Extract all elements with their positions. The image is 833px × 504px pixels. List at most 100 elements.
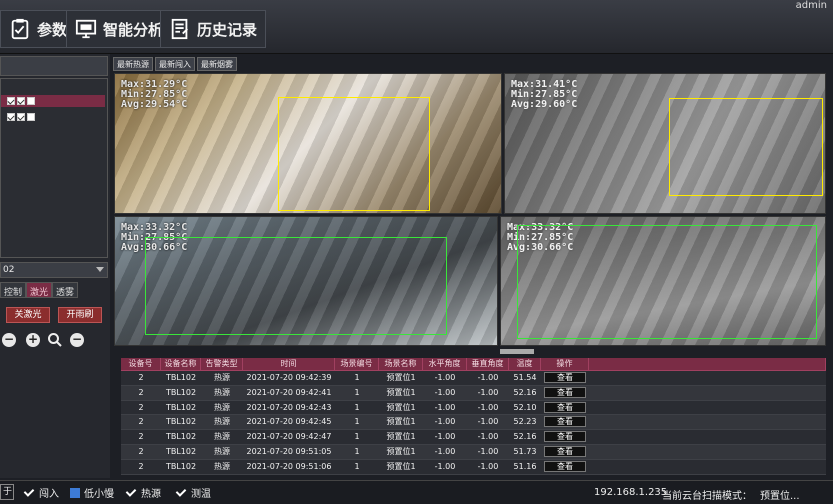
- cell: -1.00: [477, 461, 499, 471]
- cell: TBL102: [165, 461, 197, 471]
- checkbox-square-icon[interactable]: [70, 487, 80, 498]
- col-alarm-type[interactable]: 告警类型: [201, 358, 243, 370]
- cell: 预置位1: [386, 387, 416, 397]
- cell: 热源: [214, 417, 230, 427]
- cell: 热源: [214, 373, 230, 382]
- cell: 2: [138, 461, 144, 471]
- history-button[interactable]: 历史记录: [160, 10, 267, 48]
- view-button[interactable]: 查看: [544, 416, 586, 428]
- tab-control[interactable]: 控制: [0, 282, 27, 298]
- tab-latest-intrusion[interactable]: 最新闯入: [155, 57, 195, 71]
- col-vertical-angle[interactable]: 垂直角度: [467, 358, 509, 370]
- col-horizontal-angle[interactable]: 水平角度: [423, 358, 467, 370]
- table-row[interactable]: 2 TBL102 热源 2021-07-20 09:51:05 1 预置位1 -…: [121, 444, 826, 460]
- view-button[interactable]: 查看: [544, 401, 586, 413]
- tree-node-selected[interactable]: [1, 95, 105, 107]
- check-icon[interactable]: [126, 487, 137, 498]
- camera-view-4[interactable]: Max:33.32°C Min:27.85°C Avg:30.66°C: [500, 216, 826, 346]
- ip-address: 192.168.1.235: [594, 487, 668, 498]
- cell: TBL102: [165, 446, 197, 456]
- tree-checkbox[interactable]: [7, 113, 15, 121]
- filter-intrusion-label: 闯入: [39, 489, 59, 500]
- tab-latest-heat[interactable]: 最新热源: [113, 57, 153, 71]
- cell: -1.00: [477, 387, 499, 397]
- zoom-out-button[interactable]: −: [2, 333, 16, 347]
- view-button[interactable]: 查看: [544, 445, 586, 457]
- cell: -1.00: [477, 432, 499, 442]
- col-scene-name[interactable]: 场景名称: [379, 358, 423, 370]
- filter-intrusion[interactable]: 闯入: [24, 485, 59, 500]
- table-row[interactable]: 2 TBL102 热源 2021-07-20 09:42:39 1 预置位1 -…: [121, 371, 826, 386]
- cell: 2: [138, 402, 144, 412]
- tree-checkbox[interactable]: [17, 97, 25, 105]
- view-button[interactable]: 查看: [544, 372, 586, 383]
- tree-node[interactable]: [7, 113, 35, 123]
- cell: 预置位1: [386, 373, 416, 382]
- zoom-in-button[interactable]: +: [26, 333, 40, 347]
- device-select[interactable]: 02: [0, 262, 108, 278]
- tab-latest-smoke[interactable]: 最新烟雾: [197, 57, 237, 71]
- table-row[interactable]: 2 TBL102 热源 2021-07-20 09:42:41 1 预置位1 -…: [121, 385, 826, 401]
- filter-low-slow-small[interactable]: 低小慢: [70, 485, 114, 500]
- table-row[interactable]: 2 TBL102 热源 2021-07-20 09:42:45 1 预置位1 -…: [121, 415, 826, 431]
- tab-laser[interactable]: 激光: [26, 282, 53, 298]
- tree-header: [0, 56, 108, 76]
- search-icon[interactable]: [47, 332, 63, 348]
- tree-checkbox[interactable]: [27, 113, 35, 121]
- tree-checkbox[interactable]: [27, 97, 35, 105]
- filter-heat-label: 热源: [141, 489, 161, 500]
- cell: 查看: [541, 371, 589, 385]
- col-temperature[interactable]: 温度: [509, 358, 541, 370]
- table-row[interactable]: 2 TBL102 热源 2021-07-20 09:42:43 1 预置位1 -…: [121, 400, 826, 416]
- cell: 1: [354, 402, 360, 412]
- cell: 查看: [541, 401, 589, 415]
- cell: -1.00: [434, 446, 456, 456]
- tab-defog[interactable]: 透雾: [52, 282, 79, 298]
- cell: 查看: [541, 386, 589, 400]
- view-button[interactable]: 查看: [544, 431, 586, 443]
- cell: 预置位1: [386, 417, 416, 427]
- wiper-on-button[interactable]: 开雨刷: [58, 307, 102, 323]
- filter-temperature[interactable]: 测温: [176, 485, 211, 500]
- check-icon[interactable]: [24, 487, 35, 498]
- check-icon[interactable]: [176, 487, 187, 498]
- roi-box: [145, 237, 447, 335]
- params-button[interactable]: 参数: [0, 10, 77, 48]
- cell: 52.23: [513, 417, 537, 427]
- laser-off-button[interactable]: 关激光: [6, 307, 50, 323]
- view-button[interactable]: 查看: [544, 386, 586, 398]
- filter-heat[interactable]: 热源: [126, 485, 161, 500]
- cell: 查看: [541, 430, 589, 444]
- cell: 51.73: [513, 446, 537, 456]
- status-bar: 于 闯入 低小慢 热源 测温 192.168.1.235 当前云台扫描模式： 预…: [0, 480, 833, 504]
- table-row[interactable]: 2 TBL102 热源 2021-07-20 09:42:47 1 预置位1 -…: [121, 430, 826, 445]
- left-panel: 02 控制 激光 透雾 关激光 开雨刷 − + −: [0, 54, 110, 478]
- camera-view-1[interactable]: Max:31.29°C Min:27.85°C Avg:29.54°C: [114, 73, 502, 214]
- camera-view-3[interactable]: Max:33.32°C Min:27.85°C Avg:30.66°C: [114, 216, 498, 346]
- camera-view-2[interactable]: Max:31.41°C Min:27.85°C Avg:29.60°C: [504, 73, 826, 214]
- cell: -1.00: [434, 417, 456, 427]
- focus-minus-button[interactable]: −: [70, 333, 84, 347]
- tree-checkbox[interactable]: [7, 97, 15, 105]
- cell: 1: [354, 461, 360, 471]
- cell: TBL102: [165, 402, 197, 412]
- cell: -1.00: [477, 402, 499, 412]
- scrollbar[interactable]: [500, 349, 534, 354]
- col-device-name[interactable]: 设备名称: [161, 358, 201, 370]
- col-action: 操作: [541, 358, 589, 370]
- cell: 预置位1: [386, 461, 416, 471]
- temp-overlay: Max:31.41°C Min:27.85°C Avg:29.60°C: [511, 80, 577, 110]
- col-time[interactable]: 时间: [243, 358, 335, 370]
- analysis-button[interactable]: 智能分析: [66, 10, 173, 48]
- device-tree: [0, 78, 108, 258]
- col-scene-id[interactable]: 场景编号: [335, 358, 379, 370]
- cell: 热源: [214, 446, 230, 456]
- view-button[interactable]: 查看: [544, 460, 586, 472]
- col-device-id[interactable]: 设备号: [121, 358, 161, 370]
- scan-mode-label: 当前云台扫描模式：: [662, 491, 752, 502]
- temp-avg: Avg:29.54°C: [121, 99, 188, 110]
- roi-box: [517, 225, 817, 339]
- tree-checkbox[interactable]: [17, 113, 25, 121]
- table-row[interactable]: 2 TBL102 热源 2021-07-20 09:51:06 1 预置位1 -…: [121, 459, 826, 475]
- cell: 预置位1: [386, 446, 416, 456]
